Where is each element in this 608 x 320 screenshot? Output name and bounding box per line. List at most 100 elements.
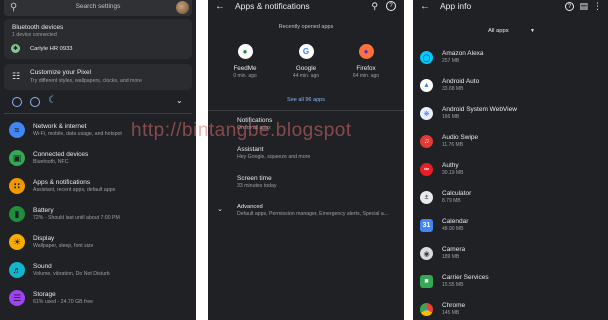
app-name: Carrier Services xyxy=(442,274,489,281)
divider xyxy=(208,110,404,111)
settings-item-title: Network & internet xyxy=(33,123,87,130)
app-size: 33.68 MB xyxy=(442,86,464,92)
camera-icon: ◉ xyxy=(420,247,433,260)
settings-screen: ⚲ Search settings Bluetooth devices 1 de… xyxy=(0,0,196,320)
chrome-icon: ● xyxy=(420,303,433,316)
amazon-alexa-icon: ◯ xyxy=(420,51,433,64)
settings-item-subtitle: Wi-Fi, mobile, data usage, and hotspot xyxy=(33,131,122,137)
avatar[interactable] xyxy=(176,1,189,14)
dnd-icon[interactable] xyxy=(30,97,40,107)
app-list-item[interactable]: ■ Carrier Services 15.55 MB xyxy=(413,271,608,299)
app-size: 166 MB xyxy=(442,114,460,120)
app-name: Calculator xyxy=(442,190,472,197)
palette-icon: ☷ xyxy=(12,71,21,81)
option-title: Screen time xyxy=(237,175,272,182)
back-arrow-icon[interactable]: ← xyxy=(215,1,225,12)
option-title: Assistant xyxy=(237,146,264,153)
settings-item-battery[interactable]: ▮ Battery 72% - Should last until about … xyxy=(0,200,196,228)
option-subtitle: On for all apps xyxy=(237,125,271,131)
more-vert-icon[interactable]: ⋮ xyxy=(593,1,602,12)
option-subtitle: Hey Google, squeeze and more xyxy=(237,154,311,160)
recent-app[interactable]: ● FeedMe 0 min. ago xyxy=(217,44,273,79)
feedme-icon: ● xyxy=(237,44,253,59)
option-assistant[interactable]: Assistant Hey Google, squeeze and more xyxy=(237,146,310,160)
speed-icon[interactable] xyxy=(12,97,22,107)
app-size: 8.79 MB xyxy=(442,198,461,204)
app-name: Camera xyxy=(442,246,466,253)
settings-item-display[interactable]: ☀ Display Wallpaper, sleep, font size xyxy=(0,228,196,256)
app-name: Authy xyxy=(442,162,459,169)
search-bar[interactable]: ⚲ Search settings xyxy=(4,0,192,16)
settings-item-subtitle: Assistant, recent apps, default apps xyxy=(33,187,116,193)
audio-swipe-icon: ♫ xyxy=(420,135,433,148)
option-title: Advanced xyxy=(237,204,263,210)
option-notifications[interactable]: Notifications On for all apps xyxy=(237,117,272,131)
bluetooth-device-name[interactable]: Carlyle HR 0933 xyxy=(30,46,73,52)
option-subtitle: 33 minutes today xyxy=(237,183,277,189)
app-name: Android Auto xyxy=(442,78,480,85)
settings-item-title: Battery xyxy=(33,207,54,214)
app-name: Amazon Alexa xyxy=(442,50,484,57)
app-size: 15.55 MB xyxy=(442,282,464,288)
document-icon[interactable]: ▤ xyxy=(579,1,588,12)
page-title: App info xyxy=(440,1,472,11)
settings-item-connected-devices[interactable]: ▣ Connected devices Bluetooth, NFC xyxy=(0,144,196,172)
app-size: 48.90 MB xyxy=(442,226,464,232)
app-list-item[interactable]: ◯ Amazon Alexa 257 MB xyxy=(413,47,608,75)
calendar-icon: 31 xyxy=(420,219,433,232)
top-app-bar: ← Apps & notifications ⚲ ? xyxy=(208,0,404,14)
carrier-services-icon: ■ xyxy=(420,275,433,288)
settings-item-title: Connected devices xyxy=(33,151,89,158)
app-info-screen: ← App info ? ▤ ⋮ All apps ▼ ◯ Amazon Ale… xyxy=(413,0,608,320)
sound-icon: ♬ xyxy=(9,262,25,278)
app-size: 257 MB xyxy=(442,58,460,64)
app-list-item[interactable]: ± Calculator 8.79 MB xyxy=(413,187,608,215)
dropdown-caret-icon[interactable]: ▼ xyxy=(530,28,535,34)
recent-app-name: FeedMe xyxy=(233,65,257,72)
recent-app[interactable]: G Google 44 min. ago xyxy=(278,44,334,79)
app-list-item[interactable]: ❋ Android System WebView 166 MB xyxy=(413,103,608,131)
settings-item-storage[interactable]: ☰ Storage 61% used - 24.70 GB free xyxy=(0,284,196,312)
bluetooth-card-subtitle: 1 device connected xyxy=(12,32,57,38)
app-list-item[interactable]: ∞ Authy 30.19 MB xyxy=(413,159,608,187)
chevron-down-icon: ⌄ xyxy=(217,206,223,213)
settings-item-subtitle: 72% - Should last until about 7:00 PM xyxy=(33,215,120,221)
apps-notifications-screen: ← Apps & notifications ⚲ ? Recently open… xyxy=(208,0,404,320)
customize-card-title: Customize your Pixel xyxy=(30,69,92,76)
option-screen-time[interactable]: Screen time 33 minutes today xyxy=(237,175,277,189)
back-arrow-icon[interactable]: ← xyxy=(420,1,430,12)
recent-app-time: 0 min. ago xyxy=(233,73,257,79)
bluetooth-card[interactable]: Bluetooth devices 1 device connected ✱ C… xyxy=(4,19,192,59)
chevron-down-icon[interactable]: ⌄ xyxy=(176,96,183,105)
customize-card-subtitle: Try different styles, wallpapers, clocks… xyxy=(30,78,142,84)
recent-apps-label: Recently opened apps xyxy=(278,24,334,30)
recent-app-time: 44 min. ago xyxy=(292,73,320,79)
help-icon[interactable]: ? xyxy=(565,2,574,11)
settings-item-sound[interactable]: ♬ Sound Volume, vibration, Do Not Distur… xyxy=(0,256,196,284)
divider xyxy=(4,113,192,114)
app-size: 145 MB xyxy=(442,310,460,316)
app-list-item[interactable]: ♫ Audio Swipe 11.76 MB xyxy=(413,131,608,159)
settings-item-subtitle: Volume, vibration, Do Not Disturb xyxy=(33,271,110,277)
settings-item-title: Apps & notifications xyxy=(33,179,91,186)
settings-item-network[interactable]: ≈ Network & internet Wi-Fi, mobile, data… xyxy=(0,116,196,144)
option-advanced[interactable]: Advanced Default apps, Permission manage… xyxy=(237,204,388,217)
app-size: 189 MB xyxy=(442,254,460,260)
app-list-item[interactable]: ● Chrome 145 MB xyxy=(413,299,608,320)
app-filter-dropdown[interactable]: All apps xyxy=(488,28,509,34)
settings-item-title: Display xyxy=(33,235,55,242)
search-placeholder: Search settings xyxy=(75,3,121,10)
customize-card[interactable]: ☷ Customize your Pixel Try different sty… xyxy=(4,64,192,90)
search-icon[interactable]: ⚲ xyxy=(371,1,378,12)
settings-item-apps[interactable]: ∷ Apps & notifications Assistant, recent… xyxy=(0,172,196,200)
settings-item-subtitle: Wallpaper, sleep, font size xyxy=(33,243,94,249)
app-list-item[interactable]: 31 Calendar 48.90 MB xyxy=(413,215,608,243)
moon-icon[interactable]: ☾ xyxy=(48,95,57,106)
app-list-item[interactable]: ▲ Android Auto 33.68 MB xyxy=(413,75,608,103)
bluetooth-card-title: Bluetooth devices xyxy=(12,24,64,31)
see-all-apps-link[interactable]: See all 96 apps xyxy=(208,97,404,103)
android-auto-icon: ▲ xyxy=(420,79,433,92)
app-list-item[interactable]: ◉ Camera 189 MB xyxy=(413,243,608,271)
help-icon[interactable]: ? xyxy=(386,1,396,11)
recent-app[interactable]: ● Firefox 64 min. ago xyxy=(338,44,394,79)
